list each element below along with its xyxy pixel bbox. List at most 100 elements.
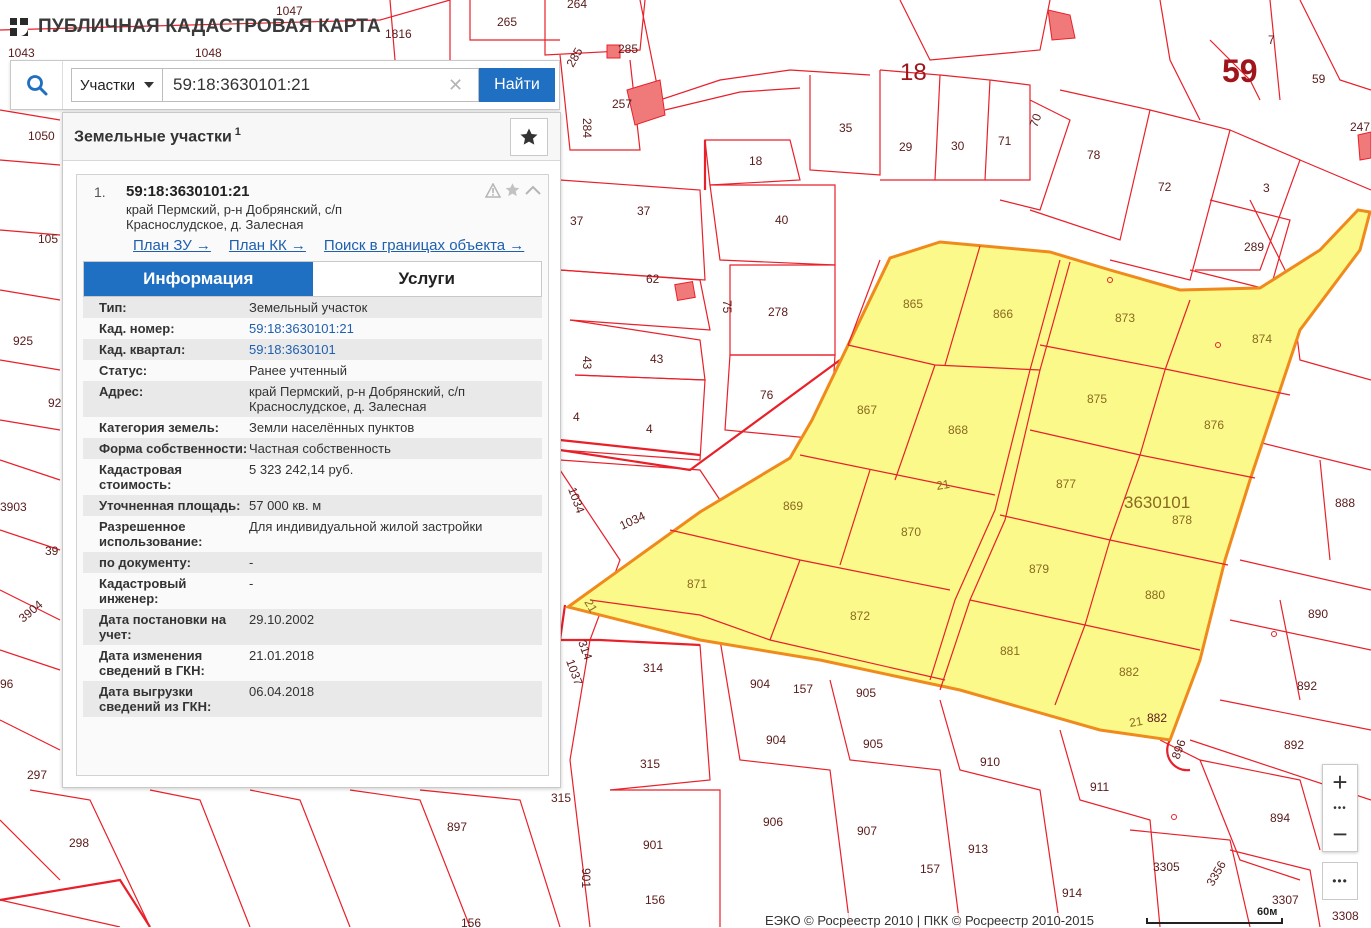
- info-key: Дата постановки на учет:: [99, 612, 227, 642]
- chevron-up-icon[interactable]: [524, 183, 542, 197]
- info-value: 57 000 кв. м: [249, 498, 322, 513]
- info-row: Уточненная площадь: 57 000 кв. м: [83, 495, 542, 516]
- parcel-label: 96: [0, 677, 14, 691]
- parcel-label: 3308: [1332, 909, 1359, 923]
- info-value[interactable]: 59:18:3630101:21: [249, 321, 532, 336]
- parcel-label: 18: [749, 154, 763, 168]
- app-title: ПУБЛИЧНАЯ КАДАСТРОВАЯ КАРТА: [38, 16, 381, 37]
- info-value: Ранее учтенный: [249, 363, 347, 378]
- plan-zu-link[interactable]: План ЗУ →: [133, 237, 211, 254]
- result-tabs: Информация Услуги: [83, 261, 542, 297]
- parcel-label: 878: [1172, 513, 1192, 527]
- parcel-label: 285: [618, 42, 638, 56]
- tab-information[interactable]: Информация: [84, 262, 313, 296]
- parcel-label: 71: [998, 134, 1012, 148]
- scale-bar: [1146, 918, 1283, 924]
- parcel-label: 901: [643, 838, 663, 852]
- more-tools-button[interactable]: •••: [1322, 862, 1358, 900]
- info-value: Частная собственность: [249, 441, 391, 456]
- parcel-label: 1043: [8, 46, 35, 60]
- parcel-label: 4: [573, 410, 580, 424]
- result-cad-number[interactable]: 59:18:3630101:21: [126, 183, 249, 200]
- parcel-label: 874: [1252, 332, 1272, 346]
- rosreestr-logo-icon: [10, 18, 28, 36]
- parcel-label: 247: [1350, 120, 1370, 134]
- parcel-label: 265: [497, 15, 517, 29]
- search-bar: Участки ✕ Найти: [10, 60, 560, 110]
- parcel-label: 298: [69, 836, 89, 850]
- info-key: Кад. номер:: [99, 321, 175, 336]
- block-label: 59: [1222, 53, 1258, 89]
- zoom-out-button[interactable]: −: [1323, 817, 1357, 851]
- parcel-label: 914: [1062, 886, 1082, 900]
- parcel-label: 888: [1335, 496, 1355, 510]
- info-row: Кад. квартал: 59:18:3630101: [83, 339, 542, 360]
- info-row: Разрешенное использование: Для индивидуал…: [83, 516, 542, 552]
- parcel-label: 875: [1087, 392, 1107, 406]
- parcel-label: 3903: [0, 500, 27, 514]
- search-input[interactable]: [163, 68, 479, 102]
- chevron-down-icon: [144, 82, 154, 88]
- parcel-label: 284: [580, 118, 594, 138]
- info-value: 29.10.2002: [249, 612, 315, 627]
- plan-kk-link[interactable]: План КК →: [229, 237, 306, 254]
- info-row: Статус: Ранее учтенный: [83, 360, 542, 381]
- star-icon[interactable]: [504, 182, 521, 198]
- parcel-label: 289: [1244, 240, 1264, 254]
- parcel-label: 892: [1297, 679, 1317, 693]
- parcel-label: 904: [766, 733, 786, 747]
- parcel-label: 75: [720, 300, 734, 314]
- parcel-label: 264: [567, 0, 587, 11]
- parcel-label: 315: [640, 757, 660, 771]
- parcel-label: 157: [793, 682, 813, 696]
- result-address: край Пермский, р-н Добрянский, с/п Красн…: [126, 202, 343, 232]
- warning-icon[interactable]: [485, 182, 501, 198]
- block-label: 18: [900, 59, 927, 86]
- parcel-label: 7: [1268, 33, 1275, 47]
- search-type-select[interactable]: Участки: [71, 68, 163, 102]
- info-key: Кад. квартал:: [99, 342, 186, 357]
- info-row: Тип: Земельный участок: [83, 297, 542, 318]
- parcel-label: 1050: [28, 129, 55, 143]
- parcel-label: 1816: [385, 27, 412, 41]
- parcel-label: 314: [643, 661, 663, 675]
- info-key: Категория земель:: [99, 420, 220, 435]
- parcel-label: 3305: [1153, 860, 1180, 874]
- info-value: 5 323 242,14 руб.: [249, 462, 354, 477]
- info-key: Дата выгрузки сведений из ГКН:: [99, 684, 212, 714]
- info-key: Форма собственности:: [99, 441, 248, 456]
- parcel-label: 35: [839, 121, 853, 135]
- zoom-levels-button[interactable]: •••: [1323, 799, 1357, 817]
- parcel-label: 879: [1029, 562, 1049, 576]
- search-in-bounds-link[interactable]: Поиск в границах объекта →: [324, 237, 524, 254]
- panel-header: Земельные участки 1: [63, 113, 560, 161]
- info-row: Дата изменения сведений в ГКН: 21.01.2018: [83, 645, 542, 681]
- parcel-label: 315: [551, 791, 571, 805]
- search-icon[interactable]: [11, 61, 63, 109]
- parcel-label: 913: [968, 842, 988, 856]
- find-button[interactable]: Найти: [479, 68, 555, 102]
- parcel-label: 157: [920, 862, 940, 876]
- parcel-label: 62: [646, 272, 660, 286]
- tab-services[interactable]: Услуги: [312, 262, 541, 296]
- parcel-label: 297: [27, 768, 47, 782]
- close-icon[interactable]: ✕: [448, 75, 463, 96]
- parcel-label: 76: [760, 388, 774, 402]
- parcel-label: 3: [1263, 181, 1270, 195]
- parcel-label: 868: [948, 423, 968, 437]
- parcel-label: 866: [993, 307, 1013, 321]
- parcel-label: 897: [447, 820, 467, 834]
- info-value[interactable]: 59:18:3630101: [249, 342, 532, 357]
- info-row: по документу: -: [83, 552, 542, 573]
- zoom-in-button[interactable]: +: [1323, 765, 1357, 799]
- results-panel: Земельные участки 1 1. 59:18:3630101:21 к…: [62, 112, 561, 788]
- parcel-label: 40: [775, 213, 789, 227]
- result-card[interactable]: 1. 59:18:3630101:21 край Пермский, р-н Д…: [76, 174, 549, 776]
- info-value: край Пермский, р-н Добрянский, с/п Красн…: [249, 384, 466, 414]
- results-count: 1: [234, 126, 241, 139]
- parcel-label: 911: [1090, 780, 1109, 794]
- info-key: Тип:: [99, 300, 127, 315]
- parcel-label: 906: [763, 815, 783, 829]
- favorites-button[interactable]: [510, 118, 548, 156]
- parcel-label: 59: [1312, 72, 1326, 86]
